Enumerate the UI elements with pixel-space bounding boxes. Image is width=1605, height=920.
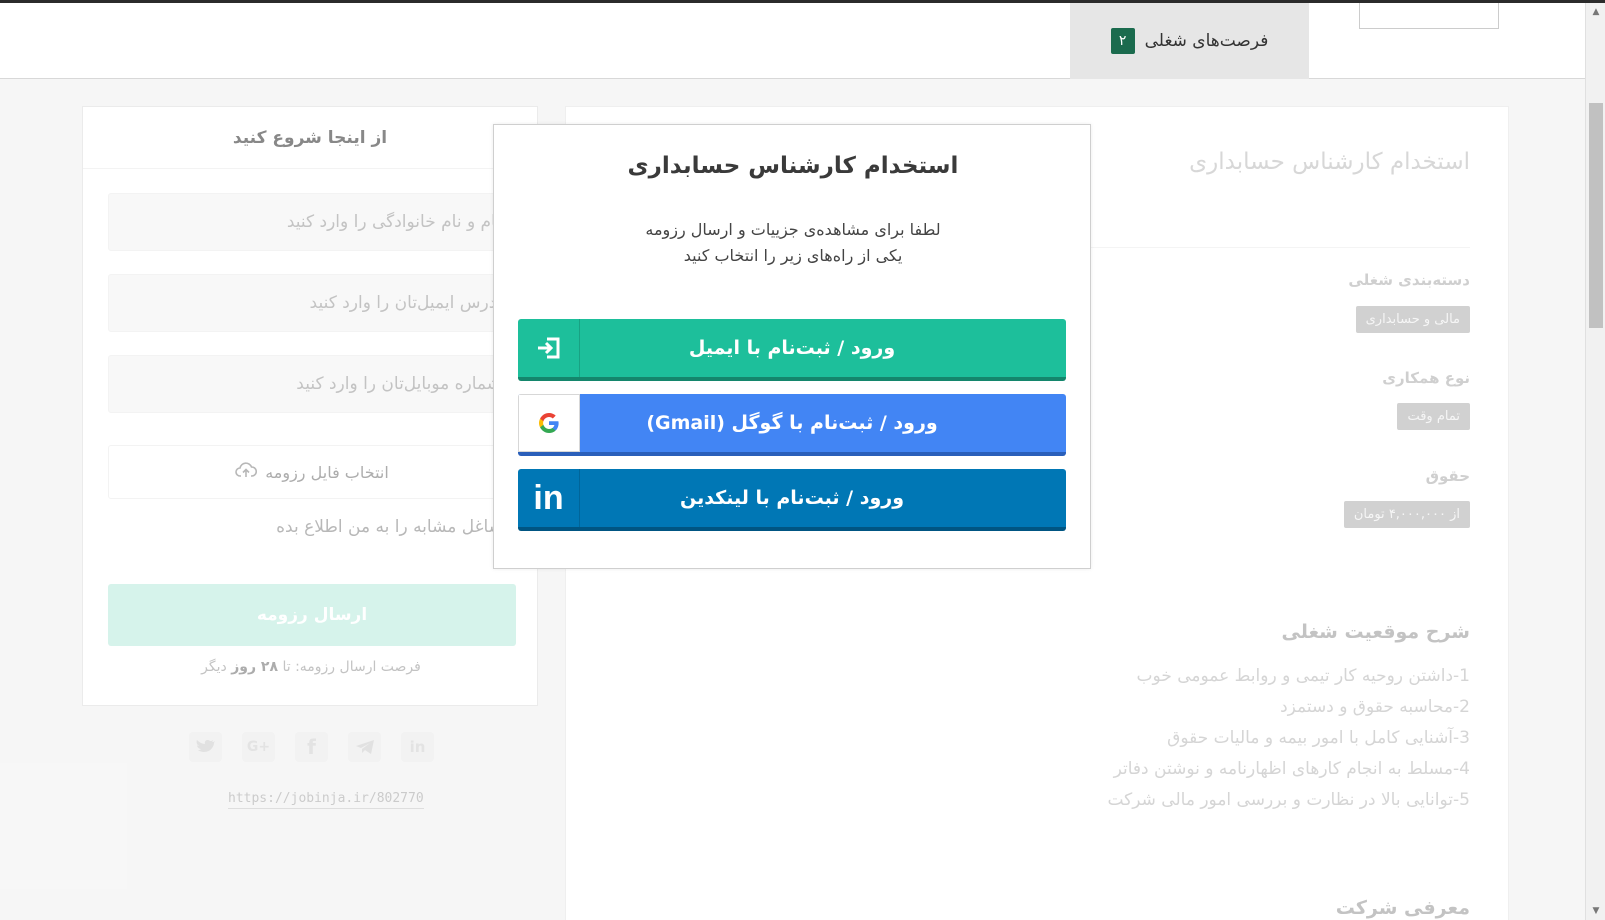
scroll-down-arrow-icon[interactable]: ▼	[1586, 902, 1605, 920]
linkedin-login-button[interactable]: in ورود / ثبت‌نام با لینکدین	[518, 469, 1066, 531]
google-login-label: ورود / ثبت‌نام با گوگل (Gmail)	[646, 412, 938, 434]
scroll-thumb[interactable]	[1589, 103, 1603, 328]
google-login-button[interactable]: ورود / ثبت‌نام با گوگل (Gmail)	[518, 394, 1066, 456]
email-login-label: ورود / ثبت‌نام با ایمیل	[688, 337, 896, 359]
email-login-button[interactable]: ورود / ثبت‌نام با ایمیل	[518, 319, 1066, 381]
modal-text: لطفا برای مشاهده‌ی جزییات و ارسال رزومه …	[494, 217, 1092, 269]
modal-text-line: یکی از راه‌های زیر را انتخاب کنید	[683, 246, 903, 265]
jobs-tab[interactable]: فرصت‌های شغلی ۲	[1070, 3, 1309, 79]
header-search-box[interactable]	[1359, 3, 1499, 29]
login-modal: استخدام کارشناس حسابداری لطفا برای مشاهد…	[493, 124, 1091, 569]
sign-in-icon	[518, 319, 580, 377]
modal-title: استخدام کارشناس حسابداری	[627, 153, 959, 179]
linkedin-icon: in	[518, 469, 580, 527]
google-icon	[518, 394, 580, 452]
page-scrollbar[interactable]: ▲ ▼	[1585, 3, 1605, 920]
site-header: فرصت‌های شغلی ۲	[0, 3, 1585, 79]
scroll-up-arrow-icon[interactable]: ▲	[1586, 3, 1605, 21]
modal-text-line: لطفا برای مشاهده‌ی جزییات و ارسال رزومه	[645, 220, 941, 239]
jobs-tab-label: فرصت‌های شغلی	[1144, 31, 1269, 51]
jobs-count-badge: ۲	[1110, 28, 1135, 54]
linkedin-login-label: ورود / ثبت‌نام با لینکدین	[679, 487, 905, 509]
